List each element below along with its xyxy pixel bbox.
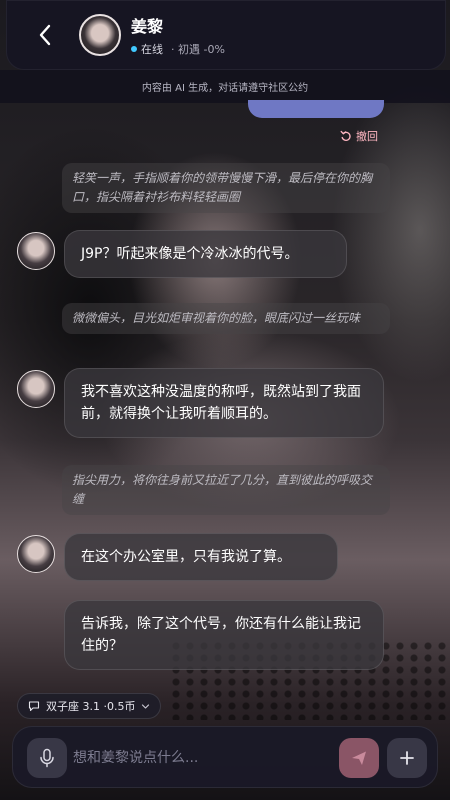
more-options-button[interactable] [387, 738, 427, 778]
model-label: 双子座 3.1 ·0.5币 [46, 700, 136, 713]
undo-label: 撤回 [356, 130, 378, 143]
message-avatar[interactable] [17, 232, 55, 270]
back-arrow-icon [39, 24, 51, 46]
back-button[interactable] [25, 15, 65, 55]
message-composer [12, 726, 438, 788]
status-line: 在线 · 初遇 -0% [131, 41, 225, 57]
action-message: 指尖用力，将你往身前又拉近了几分，直到彼此的呼吸交缠 [62, 465, 390, 515]
message-avatar[interactable] [17, 370, 55, 408]
ai-message-bubble: 告诉我，除了这个代号，你还有什么能让我记住的？ [64, 600, 384, 670]
character-info: 姜黎 在线 · 初遇 -0% [131, 13, 225, 57]
ai-message-bubble: 在这个办公室里，只有我说了算。 [64, 533, 338, 581]
online-dot [131, 46, 137, 52]
plus-icon [400, 751, 414, 765]
model-selector[interactable]: 双子座 3.1 ·0.5币 [17, 693, 162, 719]
message-avatar[interactable] [17, 535, 55, 573]
character-avatar[interactable] [79, 14, 121, 56]
previous-user-message [248, 100, 384, 118]
send-icon [352, 751, 366, 765]
voice-input-button[interactable] [27, 738, 67, 778]
ai-message-bubble: J9P？听起来像是个冷冰冰的代号。 [64, 230, 347, 278]
ai-message-bubble: 我不喜欢这种没温度的称呼，既然站到了我面前，就得换个让我听着顺耳的。 [64, 368, 384, 438]
character-name: 姜黎 [131, 17, 164, 36]
message-input[interactable] [73, 743, 333, 773]
undo-icon [340, 130, 351, 141]
undo-button[interactable]: 撤回 [340, 128, 378, 144]
chat-icon [28, 701, 40, 712]
online-status: 在线 [141, 43, 163, 56]
send-button[interactable] [339, 738, 379, 778]
chevron-down-icon [142, 703, 150, 709]
chat-header: 姜黎 在线 · 初遇 -0% [6, 0, 446, 70]
action-message: 微微偏头，目光如炬审视着你的脸，眼底闪过一丝玩味 [62, 303, 390, 334]
ai-disclaimer: 内容由 AI 生成，对话请遵守社区公约 [0, 70, 450, 103]
microphone-icon [40, 748, 54, 768]
relationship-progress: · 初遇 -0% [171, 43, 225, 56]
action-message: 轻笑一声，手指顺着你的领带慢慢下滑，最后停在你的胸口，指尖隔着衬衫布料轻轻画圈 [62, 163, 390, 213]
